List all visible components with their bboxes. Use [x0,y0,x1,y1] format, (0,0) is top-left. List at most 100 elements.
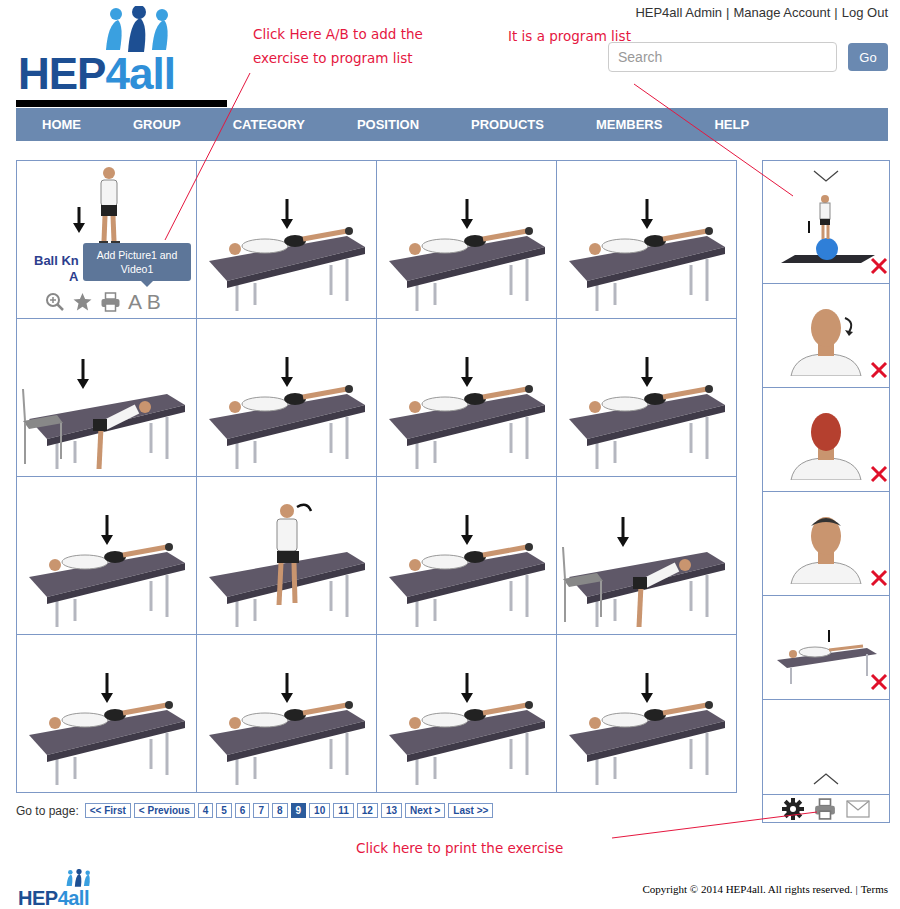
exercise-card[interactable] [557,635,737,793]
remove-x-icon[interactable] [870,569,888,587]
exercise-card[interactable] [197,635,377,793]
exercise-picture [557,477,735,633]
star-icon[interactable] [72,292,93,312]
exercise-card[interactable] [377,477,557,635]
exercise-card[interactable] [197,161,377,319]
annotation-note: Click Here A/B to add theexercise to pro… [253,22,423,70]
annotation-line [165,73,250,240]
program-thumbnail[interactable] [771,193,881,273]
program-thumbnail[interactable] [771,400,881,480]
chevron-down-icon[interactable] [812,169,840,183]
go-button[interactable]: Go [848,43,888,71]
page: HEP4all HEP4all Admin| Manage Account| L… [0,0,900,909]
add-ab-button[interactable]: A B [128,291,161,313]
account-link[interactable]: Manage Account [733,5,830,20]
link-separator: | [834,5,837,20]
remove-x-icon[interactable] [870,257,888,275]
zoom-icon[interactable] [45,292,65,312]
exercise-picture [17,477,195,633]
remove-x-icon[interactable] [870,465,888,483]
page-button[interactable]: 7 [253,803,269,818]
program-thumbnail[interactable] [771,504,881,584]
footer-logo[interactable]: HEP4all [18,869,96,909]
exercise-picture [557,161,735,317]
logo[interactable]: HEP4all [0,0,184,100]
exercise-card[interactable] [557,477,737,635]
annotation-line [612,812,817,838]
page-button[interactable]: 13 [381,803,402,818]
remove-x-icon[interactable] [870,361,888,379]
exercise-card[interactable] [17,477,197,635]
exercise-picture [197,319,375,475]
exercise-card[interactable] [17,635,197,793]
exercise-picture [17,635,195,791]
page-button[interactable]: 5 [216,803,232,818]
exercise-picture [557,635,735,791]
program-item[interactable] [763,183,889,284]
annotation-note: Click here to print the exercise [356,836,563,860]
page-button[interactable]: 4 [198,803,214,818]
page-button[interactable]: 12 [357,803,378,818]
exercise-card[interactable] [557,161,737,319]
exercise-card[interactable] [557,319,737,477]
nav-item[interactable]: HELP [714,117,749,132]
remove-x-icon[interactable] [870,673,888,691]
nav-item[interactable]: PRODUCTS [471,117,544,132]
copyright: Copyright © 2014 HEP4all. All rights res… [642,883,888,895]
exercise-card[interactable]: Ball Kn A A B Add Picture1 and Video1 [17,161,197,319]
nav-item[interactable]: MEMBERS [596,117,662,132]
account-links: HEP4all Admin| Manage Account| Log Out [635,5,888,20]
search-input[interactable] [608,42,837,72]
tooltip: Add Picture1 and Video1 [83,243,191,281]
exercise-card[interactable] [377,635,557,793]
page-button[interactable]: 8 [272,803,288,818]
page-button[interactable]: 10 [309,803,330,818]
nav-item[interactable]: CATEGORY [233,117,305,132]
print-icon[interactable] [100,292,121,312]
terms-link[interactable]: Terms [861,883,888,895]
envelope-icon[interactable] [846,800,870,818]
gear-icon[interactable] [782,798,804,820]
exercise-card[interactable] [197,477,377,635]
annotation-lines [0,0,900,909]
program-item[interactable] [763,284,889,388]
annotation-line [634,84,793,196]
program-item[interactable] [763,596,889,700]
scroll-down-button[interactable] [763,161,889,183]
logo-underline [16,100,227,107]
program-item[interactable] [763,388,889,492]
page-button[interactable]: < Previous [134,803,195,818]
exercise-card[interactable] [377,161,557,319]
exercise-picture [17,319,195,475]
account-link[interactable]: Log Out [842,5,888,20]
chevron-up-icon[interactable] [812,772,840,786]
annotation-note: It is a program list [508,24,631,48]
program-tools [762,795,890,823]
program-thumbnail[interactable] [771,608,881,688]
exercise-picture [557,319,735,475]
page-button[interactable]: Last >> [448,803,493,818]
page-button[interactable]: 9 [291,803,307,818]
nav-item[interactable]: POSITION [357,117,419,132]
exercise-card[interactable] [377,319,557,477]
page-button[interactable]: 6 [235,803,251,818]
exercise-card[interactable] [17,319,197,477]
nav-item[interactable]: HOME [42,117,81,132]
page-button[interactable]: 11 [333,803,354,818]
account-link[interactable]: HEP4all Admin [635,5,722,20]
exercise-tools: A B [17,291,196,313]
exercise-card[interactable] [197,319,377,477]
page-button[interactable]: << First [85,803,131,818]
pagination: Go to page: << First< Previous4567891011… [16,803,737,818]
nav-item[interactable]: GROUP [133,117,181,132]
exercise-picture [197,477,375,633]
program-item[interactable] [763,492,889,596]
logo-text: HEP4all [18,52,184,96]
exercise-picture [197,161,375,317]
footer: HEP4all Copyright © 2014 HEP4all. All ri… [0,859,900,909]
exercise-picture [377,635,555,791]
page-button[interactable]: Next > [405,803,445,818]
program-empty-slot [763,700,889,794]
printer-icon[interactable] [814,798,836,820]
program-thumbnail[interactable] [771,296,881,376]
